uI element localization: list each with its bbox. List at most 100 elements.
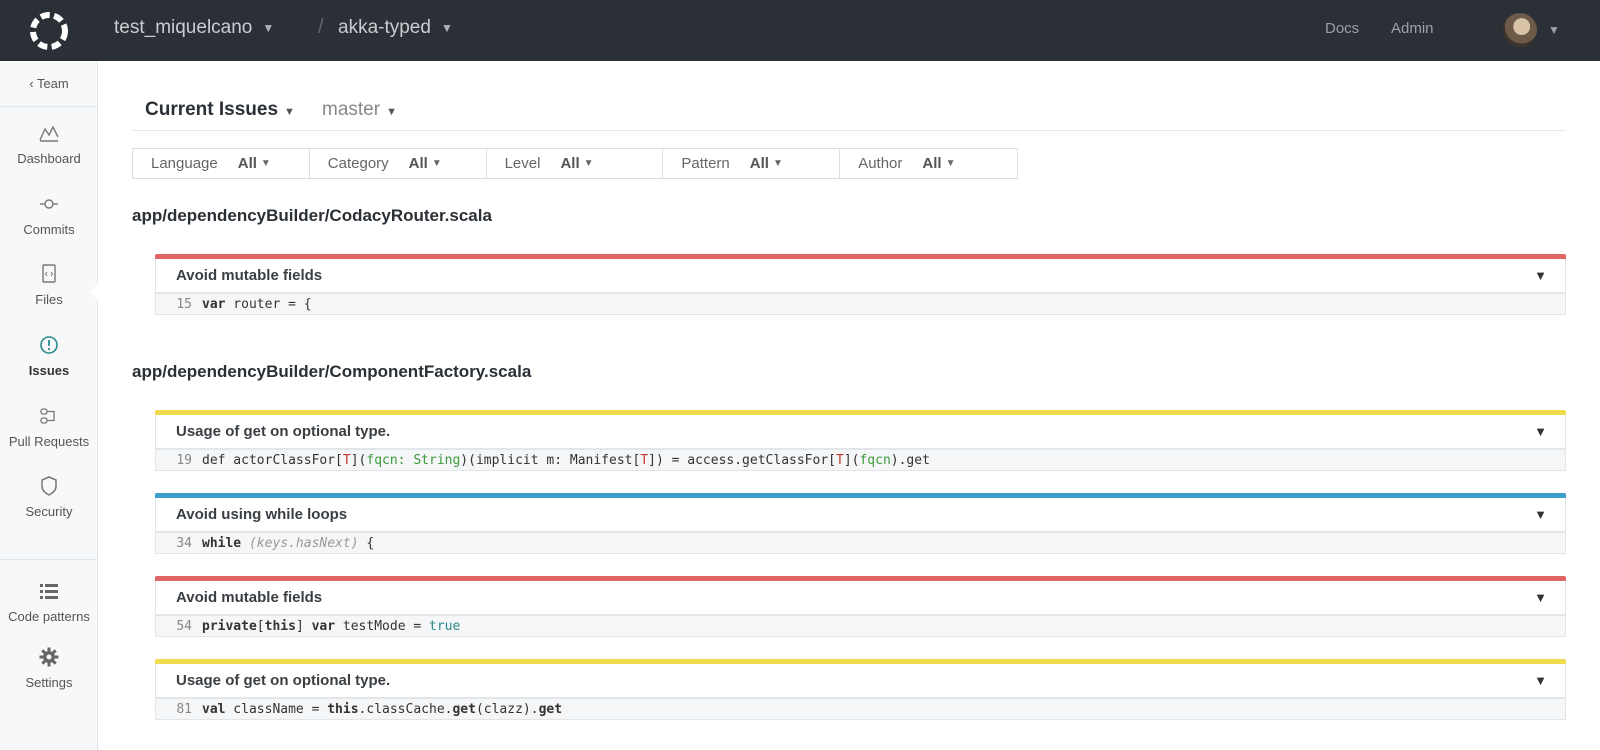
filter-level[interactable]: Level All ▼ [487,149,664,178]
top-bar: test_miquelcano ▼ / akka-typed ▼ Docs Ad… [0,0,1600,61]
pull-request-icon [40,408,55,424]
filter-value: All [560,155,580,172]
back-to-team-link[interactable]: ‹ Team [0,61,98,107]
code-line: 54 private[this] var testMode = true [155,615,1566,637]
filter-pattern[interactable]: Pattern All ▼ [663,149,841,178]
sidebar-item-dashboard[interactable]: Dashboard [0,123,98,166]
sidebar-item-label: Code patterns [8,609,90,624]
chevron-down-icon: ▼ [440,21,453,35]
main-content: Current Issues ▼ master ▼ Language All ▼ Ca… [98,61,1600,750]
chevron-down-icon: ▼ [260,158,271,169]
sidebar-item-label: Files [35,292,63,307]
chevron-down-icon: ▼ [284,106,295,118]
filter-value: All [408,155,428,172]
sidebar-item-code-patterns[interactable]: Code patterns [0,581,98,624]
filter-label: Category [327,155,389,172]
filter-author[interactable]: Author All ▼ [840,149,1017,178]
repo-name: akka-typed [338,17,431,38]
repo-selector[interactable]: akka-typed ▼ [338,17,453,39]
chart-icon [39,125,59,142]
line-number: 34 [176,535,192,551]
avatar[interactable] [1503,13,1537,47]
issue-card: Avoid using while loops ▼ 34 while (keys… [155,493,1566,554]
code-text: var router = { [202,296,312,312]
sidebar-item-security[interactable]: Security [0,476,98,519]
chevron-down-icon: ▼ [431,158,442,169]
chevron-down-icon[interactable]: ▼ [1548,23,1560,37]
view-header: Current Issues ▼ master ▼ [132,99,1566,131]
issue-title: Usage of get on optional type. [176,423,391,440]
code-text: private[this] var testMode = true [202,618,461,634]
sidebar-item-issues[interactable]: Issues [0,335,98,378]
sidebar-item-settings[interactable]: Settings [0,647,98,690]
branch-name: master [322,99,381,120]
chevron-down-icon[interactable]: ▼ [1534,507,1547,522]
chevron-down-icon: ▼ [583,158,594,169]
view-selector[interactable]: Current Issues ▼ [145,99,295,121]
chevron-down-icon[interactable]: ▼ [1534,590,1547,605]
gear-icon [39,647,59,667]
sidebar-item-pull-requests[interactable]: Pull Requests [0,406,98,449]
chevron-down-icon[interactable]: ▼ [1534,424,1547,439]
active-indicator [90,284,98,300]
sidebar-divider [0,559,98,560]
issue-card: Usage of get on optional type. ▼ 81 val … [155,659,1566,720]
code-text: def actorClassFor[T](fqcn: String)(impli… [202,452,930,468]
shield-icon [41,476,57,496]
chevron-down-icon: ▼ [386,106,397,118]
issue-title: Avoid using while loops [176,506,348,523]
chevron-down-icon[interactable]: ▼ [1534,673,1547,688]
sidebar-item-commits[interactable]: Commits [0,194,98,237]
issue-header[interactable]: Usage of get on optional type. ▼ [155,664,1566,698]
sidebar-item-label: Settings [25,675,73,690]
file-path[interactable]: app/dependencyBuilder/ComponentFactory.s… [132,362,531,382]
issue-title: Avoid mutable fields [176,589,323,606]
filter-bar: Language All ▼ Category All ▼ Level All ▼ P… [132,148,1018,179]
issue-header[interactable]: Avoid mutable fields ▼ [155,581,1566,615]
commit-icon [40,199,58,209]
issue-header[interactable]: Avoid using while loops ▼ [155,498,1566,532]
alert-icon [40,336,58,354]
filter-language[interactable]: Language All ▼ [133,149,310,178]
issue-card: Usage of get on optional type. ▼ 19 def … [155,410,1566,471]
file-path[interactable]: app/dependencyBuilder/CodacyRouter.scala [132,206,492,226]
filter-label: Pattern [681,155,730,172]
admin-link[interactable]: Admin [1391,20,1434,37]
codacy-logo-icon[interactable] [28,10,70,52]
org-selector[interactable]: test_miquelcano ▼ [114,17,274,39]
issue-title: Usage of get on optional type. [176,672,391,689]
list-icon [40,584,58,599]
chevron-down-icon: ▼ [262,21,275,35]
code-line: 34 while (keys.hasNext) { [155,532,1566,554]
code-text: while (keys.hasNext) { [202,535,375,551]
filter-label: Author [858,155,903,172]
filter-label: Language [151,155,218,172]
sidebar-item-files[interactable]: Files [0,264,98,307]
sidebar-item-label: Pull Requests [8,434,90,449]
filter-value: All [922,155,942,172]
chevron-down-icon[interactable]: ▼ [1534,268,1547,283]
filter-category[interactable]: Category All ▼ [310,149,487,178]
code-line: 81 val className = this.classCache.get(c… [155,698,1566,720]
issue-header[interactable]: Avoid mutable fields ▼ [155,259,1566,293]
line-number: 15 [176,296,192,312]
code-line: 15 var router = { [155,293,1566,315]
docs-link[interactable]: Docs [1325,20,1359,37]
sidebar: ‹ Team Dashboard Commits Files Issues Pu… [0,61,98,750]
issue-card: Avoid mutable fields ▼ 15 var router = { [155,254,1566,315]
branch-selector[interactable]: master ▼ [322,99,397,121]
view-title: Current Issues [145,99,279,120]
chevron-down-icon: ▼ [945,158,956,169]
filter-value: All [749,155,769,172]
sidebar-item-label: Issues [28,363,70,378]
sidebar-item-label: Dashboard [17,151,81,166]
sidebar-item-label: Commits [23,222,75,237]
code-line: 19 def actorClassFor[T](fqcn: String)(im… [155,449,1566,471]
issue-header[interactable]: Usage of get on optional type. ▼ [155,415,1566,449]
filter-value: All [237,155,257,172]
file-icon [42,264,56,283]
org-name: test_miquelcano [114,17,253,38]
sidebar-item-label: Security [25,504,73,519]
line-number: 54 [176,618,192,634]
chevron-down-icon: ▼ [772,158,783,169]
